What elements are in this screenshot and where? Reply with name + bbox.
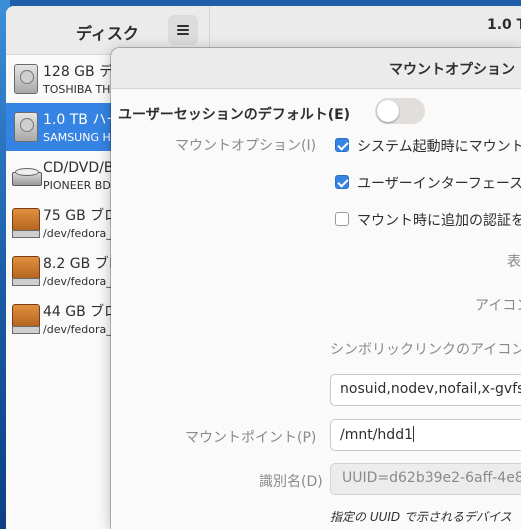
display-name-label: 表示名 xyxy=(507,254,521,270)
mount-options-value: nosuid,nodev,nofail,x-gvfs-show xyxy=(340,381,521,397)
selected-disk-title: 1.0 TB ハード xyxy=(487,17,521,33)
partition-icon xyxy=(12,206,40,240)
mount-options-dialog: マウントオプション ユーザーセッションのデフォルト(E) マウントオプション(I… xyxy=(111,48,521,529)
dialog-headerbar: マウントオプション xyxy=(111,48,521,89)
checkbox-label: システム起動時にマウントする(S) xyxy=(357,139,521,155)
checkbox-label: マウント時に追加の認証を要求する(A) xyxy=(357,213,521,229)
mount-point-entry[interactable]: /mnt/hdd1 xyxy=(330,419,521,451)
mount-point-value: /mnt/hdd1 xyxy=(340,427,413,443)
app-title: ディスク xyxy=(76,24,139,43)
identify-note: 指定の UUID で示されるデバイス xyxy=(330,510,512,524)
checkbox-unchecked-icon xyxy=(335,212,349,226)
dialog-title: マウントオプション xyxy=(389,62,515,78)
hamburger-menu-icon xyxy=(177,25,189,35)
optical-drive-icon xyxy=(12,158,42,192)
checkbox-label: ユーザーインターフェースに表示する(H) xyxy=(357,176,521,192)
checkbox-checked-icon xyxy=(335,138,349,152)
user-session-defaults-label: ユーザーセッションのデフォルト(E) xyxy=(118,107,351,123)
user-session-defaults-switch[interactable] xyxy=(375,98,425,124)
identify-as-label: 識別名(D) xyxy=(259,474,323,490)
partition-icon xyxy=(12,302,40,336)
hard-disk-icon xyxy=(12,62,40,96)
symbolic-icon-label: シンボリックリンクのアイコン名 xyxy=(330,342,521,358)
main-menu-button[interactable] xyxy=(168,15,198,45)
text-cursor xyxy=(413,426,414,442)
partition-icon xyxy=(12,254,40,288)
mount-point-text: /mnt/hdd1 xyxy=(340,426,414,443)
checkbox-checked-icon xyxy=(335,175,349,189)
icon-name-label: アイコン名 xyxy=(475,298,521,314)
mount-options-entry[interactable]: nosuid,nodev,nofail,x-gvfs-show xyxy=(330,374,521,406)
mount-point-label: マウントポイント(P) xyxy=(185,430,317,446)
identify-as-value: UUID=d62b39e2-6aff-4e80 xyxy=(342,470,521,486)
switch-knob xyxy=(377,100,399,122)
hard-disk-icon xyxy=(12,110,40,144)
mount-options-label: マウントオプション(I) xyxy=(175,138,317,154)
identify-as-dropdown[interactable]: UUID=d62b39e2-6aff-4e80 xyxy=(330,463,521,495)
